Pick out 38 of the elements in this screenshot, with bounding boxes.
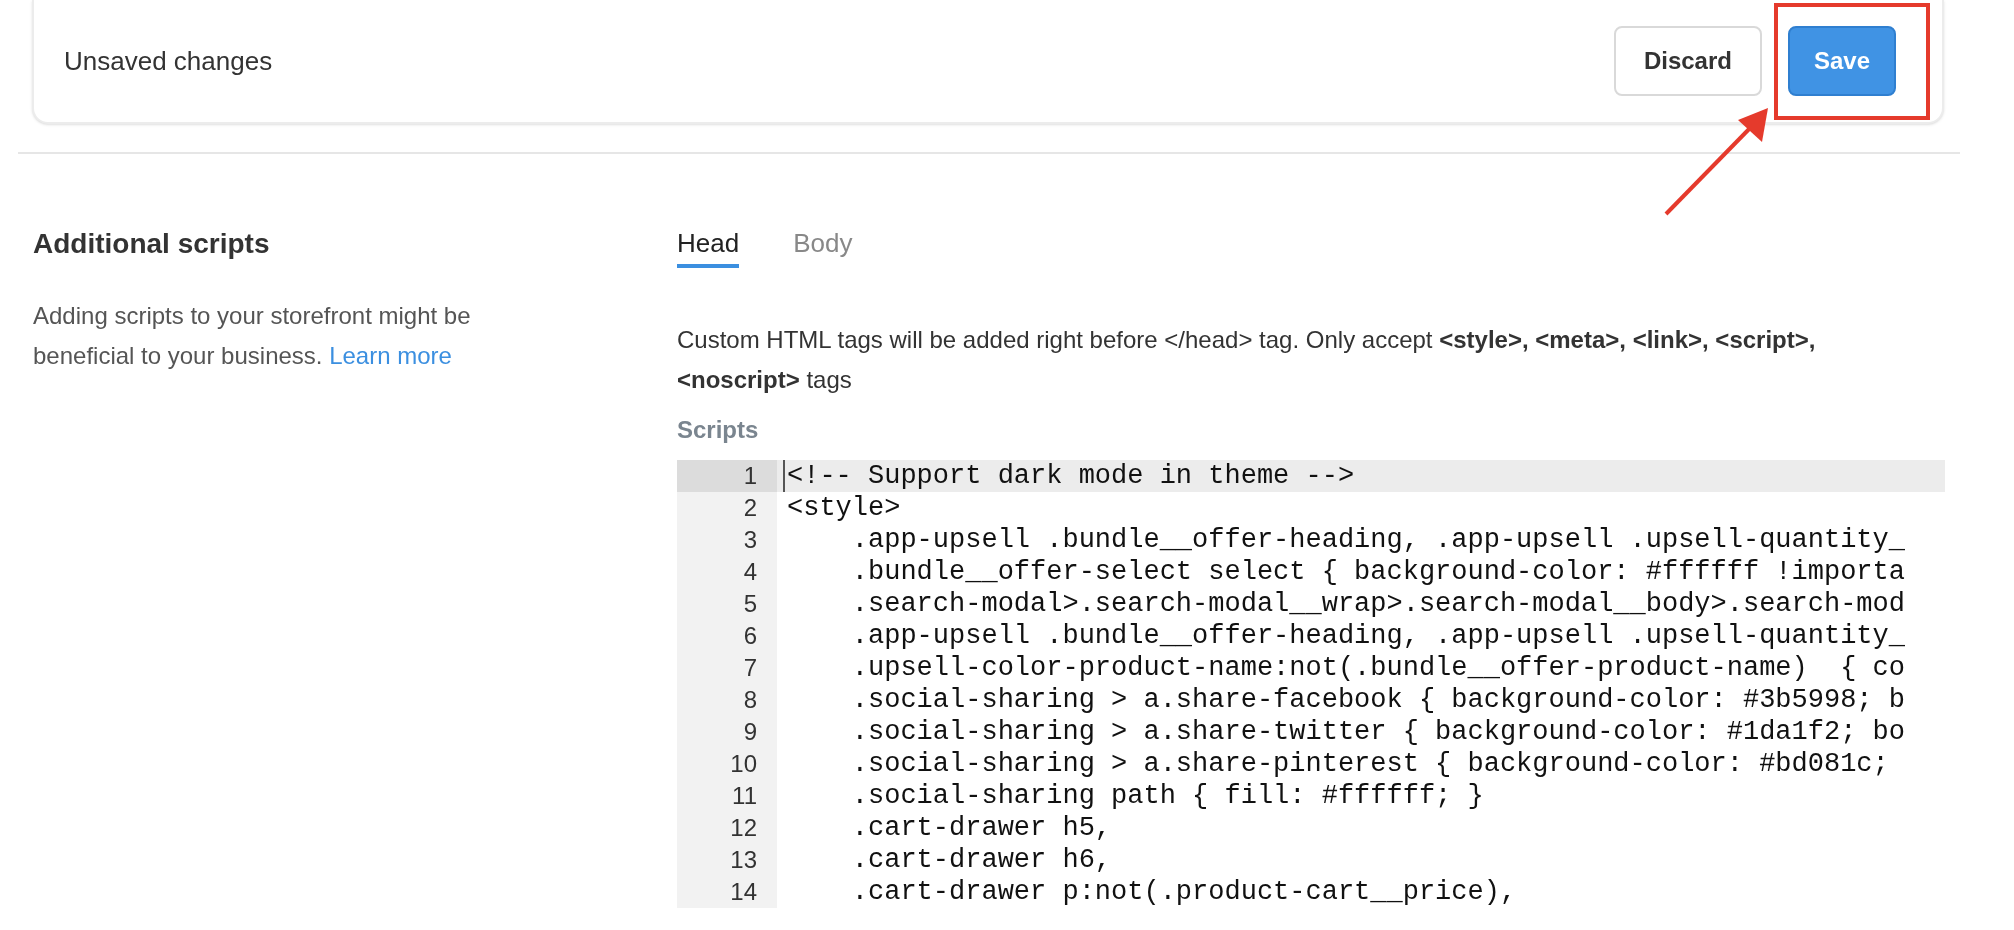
line-number: 2 bbox=[677, 492, 777, 524]
line-number: 4 bbox=[677, 556, 777, 588]
line-number: 9 bbox=[677, 716, 777, 748]
line-number: 6 bbox=[677, 620, 777, 652]
section-description: Adding scripts to your storefront might be beneficial to your business. Learn more bbox=[33, 301, 472, 371]
line-number: 13 bbox=[677, 844, 777, 876]
line-number: 7 bbox=[677, 652, 777, 684]
line-number: 3 bbox=[677, 524, 777, 556]
tab[interactable]: Head bbox=[677, 230, 740, 268]
code-line: .upsell-color-product-name:not(.bundle__offer-product-name) { co bbox=[850, 652, 1905, 684]
line-number: 10 bbox=[677, 748, 777, 780]
unsaved-changes-text: Unsaved changes bbox=[64, 44, 273, 78]
help-text: Custom HTML tags will be added right before </head> tag. Only accept <style>, <meta>, <link>, <script>, <noscript> tags bbox=[677, 325, 1817, 395]
learn-more-link[interactable]: Learn more bbox=[329, 342, 452, 369]
line-number: 1 bbox=[677, 460, 777, 492]
line-number: 5 bbox=[677, 588, 777, 620]
line-number: 12 bbox=[677, 812, 777, 844]
code-line: .app-upsell .bundle__offer-heading, .app-upsell .upsell-quantity_ bbox=[850, 620, 1905, 652]
line-number: 8 bbox=[677, 684, 777, 716]
code-line: .social-sharing > a.share-twitter { background-color: #1da1f2; bo bbox=[850, 716, 1905, 748]
code-line: .cart-drawer h6, bbox=[850, 844, 1112, 876]
section-title: Additional scripts bbox=[33, 230, 271, 258]
code-line: .social-sharing > a.share-pinterest { background-color: #bd081c; bbox=[850, 748, 1889, 780]
tab[interactable]: Body bbox=[793, 230, 853, 268]
code-line: .social-sharing > a.share-facebook { background-color: #3b5998; b bbox=[850, 684, 1905, 716]
line-number: 11 bbox=[677, 780, 777, 812]
code-line: .cart-drawer p:not(.product-cart__price), bbox=[850, 876, 1517, 908]
code-line: <!-- Support dark mode in theme --> bbox=[783, 460, 1355, 492]
code-line: .cart-drawer h5, bbox=[850, 812, 1112, 844]
save-button[interactable]: Save bbox=[1787, 26, 1896, 96]
code-line: .search-modal>.search-modal__wrap>.search-modal__body>.search-mod bbox=[850, 588, 1905, 620]
line-number: 14 bbox=[677, 876, 777, 908]
code-line: .app-upsell .bundle__offer-heading, .app-upsell .upsell-quantity_ bbox=[850, 524, 1905, 556]
code-line: .social-sharing path { fill: #ffffff; } bbox=[850, 780, 1484, 812]
field-label: Scripts bbox=[677, 418, 760, 442]
code-line: .bundle__offer-select select { background-color: #ffffff !importa bbox=[850, 556, 1905, 588]
code-line: <style> bbox=[786, 492, 901, 524]
discard-button[interactable]: Discard bbox=[1613, 26, 1762, 96]
